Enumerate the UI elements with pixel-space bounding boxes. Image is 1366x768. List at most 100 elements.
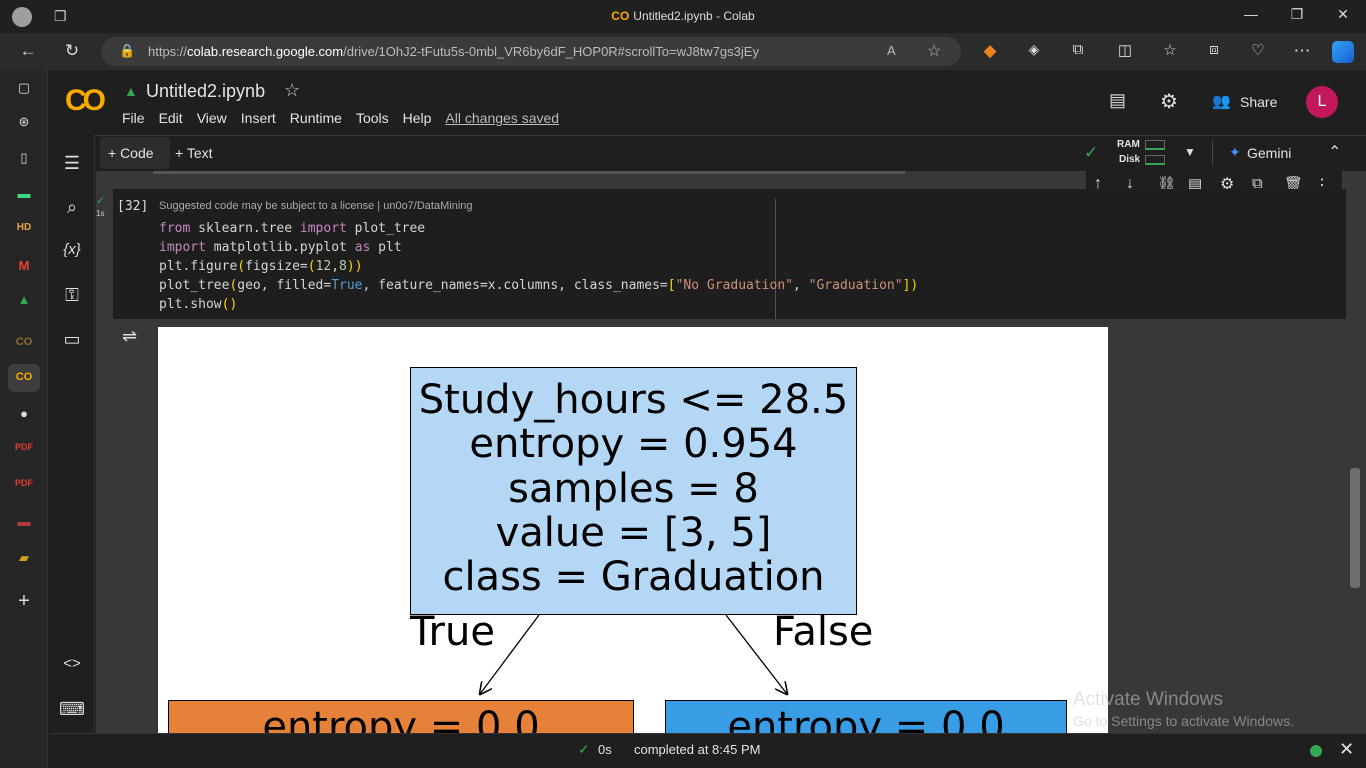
share-button[interactable]: Share — [1240, 94, 1277, 110]
gemini-button[interactable]: Gemini — [1247, 145, 1291, 161]
shield-extension-icon[interactable]: ◈ — [1022, 41, 1046, 58]
url-path: /drive/1OhJ2-tFutu5s-0mbl_VR6by6dF_HOP0R… — [343, 44, 759, 59]
table-of-contents-icon[interactable]: ☰ — [59, 153, 85, 174]
game-tab-icon[interactable]: ▬ — [12, 514, 36, 534]
save-status[interactable]: All changes saved — [445, 110, 559, 126]
url-text[interactable]: https://colab.research.google.com/drive/… — [148, 44, 759, 59]
address-bar[interactable]: 🔒 https://colab.research.google.com/driv… — [101, 37, 961, 66]
code-line-3: plt.figure(figsize=(12,8)) — [159, 259, 363, 274]
browser-title-bar: ❐ CO Untitled2.ipynb - Colab — ❐ ✕ — [0, 0, 1366, 33]
disk-meter[interactable] — [1145, 155, 1165, 165]
hd-tab-icon[interactable]: HD — [12, 222, 36, 242]
minimize-icon[interactable]: — — [1236, 6, 1266, 22]
restore-icon[interactable]: ❐ — [1282, 6, 1312, 23]
collections-icon[interactable]: ⧈ — [1202, 41, 1226, 58]
colab-active-tab-icon[interactable]: CO — [12, 371, 36, 391]
close-window-icon[interactable]: ✕ — [1328, 6, 1358, 23]
vertical-scrollbar[interactable] — [1350, 468, 1360, 588]
pdf-tab-icon[interactable]: PDF — [12, 442, 36, 462]
license-note[interactable]: Suggested code may be subject to a licen… — [159, 200, 473, 212]
code-editor[interactable]: from sklearn.tree import plot_tree impor… — [159, 219, 918, 314]
extensions-icon[interactable]: ⧉ — [1066, 41, 1090, 58]
connection-status-dot — [1310, 745, 1322, 757]
code-snippets-icon[interactable]: <> — [59, 655, 85, 672]
more-menu-icon[interactable]: ⋯ — [1290, 41, 1314, 61]
read-aloud-icon[interactable]: A — [887, 43, 896, 58]
menu-edit[interactable]: Edit — [159, 110, 183, 126]
tab-actions-icon[interactable]: ▢ — [12, 80, 36, 100]
refresh-icon[interactable]: ↻ — [60, 41, 84, 61]
notebook-title[interactable]: Untitled2.ipynb — [146, 81, 265, 102]
files-folder-icon[interactable]: ▭ — [59, 329, 85, 350]
tree-right-leaf: entropy = 0.0 — [665, 700, 1067, 733]
back-arrow-icon[interactable]: ← — [16, 41, 40, 61]
colab-tab-icon[interactable]: CO — [12, 336, 36, 356]
variables-icon[interactable]: {x} — [59, 241, 85, 258]
green-tab-icon[interactable]: ▬ — [12, 186, 36, 206]
colab-favicon-icon: CO — [611, 9, 630, 23]
notebook-main: ↑ ↓ ⛓ ▤ ⚙ ⧉ 🗑 ⋮ ✓ 1s [32] Suggested code… — [96, 171, 1366, 733]
gemini-sparkle-icon: ✦ — [1229, 144, 1241, 160]
gmail-tab-icon[interactable]: M — [12, 258, 36, 278]
menu-runtime[interactable]: Runtime — [290, 110, 342, 126]
star-icon[interactable]: ☆ — [284, 80, 300, 101]
drive-icon: ▲ — [124, 83, 138, 99]
tree-left-leaf: entropy = 0.0 — [168, 700, 634, 733]
browser-essentials-icon[interactable]: ♡ — [1246, 41, 1270, 59]
url-prefix: https:// — [148, 44, 188, 59]
chatgpt-tab-icon[interactable]: ⊛ — [12, 114, 36, 134]
pdf-tab-icon-2[interactable]: PDF — [12, 478, 36, 498]
copilot-icon[interactable] — [1332, 41, 1354, 63]
false-edge-label: False — [773, 609, 874, 655]
folder-tab-icon[interactable]: ▰ — [12, 550, 36, 570]
command-palette-icon[interactable]: ⌨ — [59, 699, 85, 720]
favorites-icon[interactable]: ☆ — [1158, 41, 1182, 59]
menu-view[interactable]: View — [197, 110, 227, 126]
watermark-line-1: Activate Windows — [1073, 689, 1223, 710]
colab-header: CO ▲ Untitled2.ipynb ☆ File Edit View Inser… — [49, 70, 1366, 135]
menu-help[interactable]: Help — [403, 110, 432, 126]
notebook-toolbar: + Code + Text ✓ RAM Disk ▼ ✦ Gemini ⌃ — [49, 135, 1366, 171]
code-line-1: from sklearn.tree import plot_tree — [159, 221, 426, 236]
user-avatar[interactable]: L — [1306, 86, 1338, 118]
share-people-icon[interactable]: 👥 — [1212, 92, 1231, 110]
execution-count[interactable]: [32] — [117, 199, 148, 214]
status-elapsed[interactable]: 0s — [598, 742, 612, 757]
github-tab-icon[interactable]: ● — [12, 406, 36, 426]
colab-logo[interactable]: CO — [65, 84, 106, 118]
output-actions-icon[interactable]: ⇌ — [122, 326, 137, 347]
menu-insert[interactable]: Insert — [241, 110, 276, 126]
connected-check-icon: ✓ — [1084, 143, 1099, 162]
status-completed[interactable]: completed at 8:45 PM — [634, 742, 760, 757]
close-status-icon[interactable]: ✕ — [1339, 739, 1354, 760]
search-icon[interactable]: ⌕ — [59, 197, 85, 218]
output-figure: Study_hours <= 28.5 entropy = 0.954 samp… — [158, 327, 1108, 733]
tree-edges — [158, 614, 1108, 733]
add-text-button[interactable]: + Text — [175, 145, 213, 161]
drive-tab-icon[interactable]: ▲ — [12, 292, 36, 312]
disk-label: Disk — [1119, 154, 1141, 165]
left-leaf-entropy: entropy = 0.0 — [262, 704, 540, 733]
collapse-header-icon[interactable]: ⌃ — [1328, 142, 1341, 162]
comments-icon[interactable]: ▤ — [1109, 90, 1126, 111]
menu-bar: File Edit View Insert Runtime Tools Help All ch… — [122, 110, 573, 126]
settings-gear-icon[interactable]: ⚙ — [1160, 89, 1178, 114]
split-screen-icon[interactable]: ◫ — [1113, 41, 1137, 59]
docs-tab-icon[interactable]: ▯ — [12, 150, 36, 170]
menu-tools[interactable]: Tools — [356, 110, 389, 126]
status-check-icon: ✓ — [578, 741, 590, 757]
metamask-extension-icon[interactable]: ◆ — [978, 41, 1002, 61]
runtime-dropdown-icon[interactable]: ▼ — [1184, 145, 1196, 159]
new-tab-plus-icon[interactable]: + — [12, 590, 36, 612]
window-title-text: Untitled2.ipynb - Colab — [633, 9, 755, 23]
favorite-star-icon[interactable]: ☆ — [927, 41, 941, 61]
ram-meter[interactable] — [1145, 140, 1165, 150]
secrets-key-icon[interactable]: ⚿ — [59, 285, 85, 306]
add-code-button[interactable]: + Code — [108, 145, 154, 161]
code-line-2: import matplotlib.pyplot as plt — [159, 240, 402, 255]
code-line-5: plt.show() — [159, 297, 238, 312]
lock-icon[interactable]: 🔒 — [119, 43, 135, 59]
notebook-left-rail: ☰ ⌕ {x} ⚿ ▭ <> ⌨ — [49, 135, 95, 733]
code-cell[interactable]: ✓ 1s [32] Suggested code may be subject … — [96, 189, 1346, 319]
menu-file[interactable]: File — [122, 110, 145, 126]
